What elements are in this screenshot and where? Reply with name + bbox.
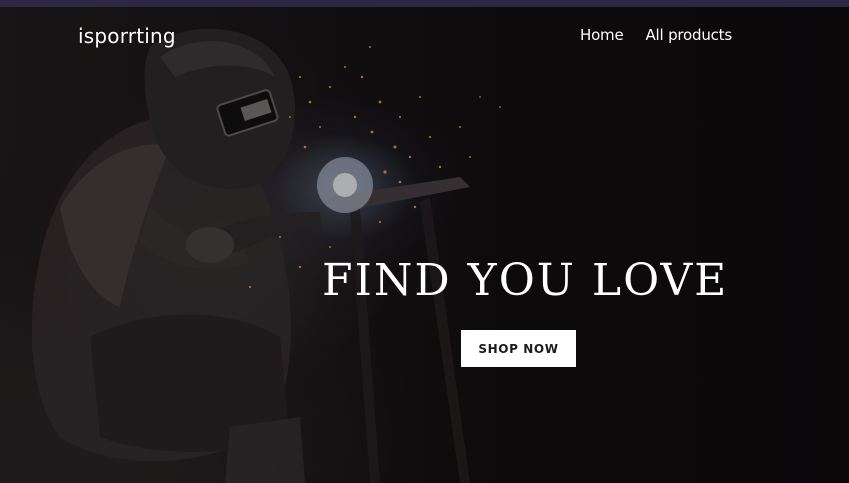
main-nav: Home All products [580,26,732,44]
brand-logo[interactable]: isporrting [78,24,176,48]
welder-hero-image [0,7,849,483]
hero-headline: FIND YOU LOVE [322,255,729,306]
nav-all-products[interactable]: All products [646,26,733,44]
top-accent-bar [0,0,849,7]
hero-banner [0,7,849,483]
page: isporrting Home All products FIND YOU LO… [0,0,849,483]
nav-home[interactable]: Home [580,26,624,44]
shop-now-button[interactable]: SHOP NOW [461,330,576,367]
